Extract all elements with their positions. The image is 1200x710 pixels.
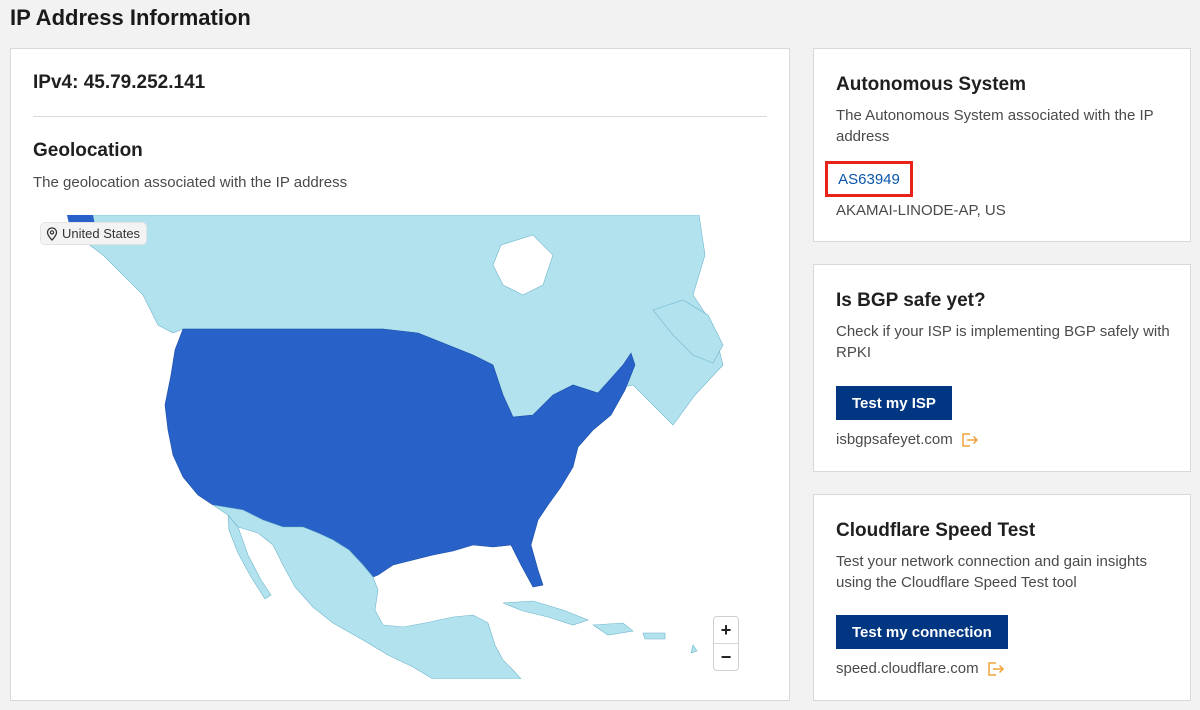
speed-test-title: Cloudflare Speed Test: [836, 520, 1036, 541]
location-badge-label: United States: [62, 226, 141, 241]
bgp-card: Is BGP safe yet? Check if your ISP is im…: [813, 264, 1191, 472]
ip-info-card: IPv4: 45.79.252.141 Geolocation The geol…: [10, 48, 790, 701]
zoom-in-button[interactable]: +: [714, 617, 738, 643]
external-link-icon: [961, 432, 978, 447]
asn-highlight-box: AS63949: [825, 161, 913, 197]
asn-organization: AKAMAI-LINODE-AP, US: [836, 202, 1006, 219]
map-pin-icon: [46, 226, 58, 241]
speed-cloudflare-link-label: speed.cloudflare.com: [836, 660, 979, 677]
bgp-description: Check if your ISP is implementing BGP sa…: [836, 323, 1170, 361]
test-my-isp-button[interactable]: Test my ISP: [836, 386, 952, 420]
geolocation-map[interactable]: United States + −: [33, 215, 769, 679]
location-badge: United States: [41, 223, 147, 244]
ip-address-heading: IPv4: 45.79.252.141: [33, 72, 206, 93]
geolocation-description: The geolocation associated with the IP a…: [33, 174, 348, 191]
autonomous-system-description: The Autonomous System associated with th…: [836, 107, 1154, 145]
isbgpsafeyet-link-label: isbgpsafeyet.com: [836, 431, 953, 448]
speed-test-description: Test your network connection and gain in…: [836, 553, 1148, 591]
autonomous-system-title: Autonomous System: [836, 74, 1027, 95]
divider: [33, 116, 767, 117]
asn-link[interactable]: AS63949: [838, 171, 900, 188]
isbgpsafeyet-link[interactable]: isbgpsafeyet.com: [836, 431, 979, 448]
speed-test-card: Cloudflare Speed Test Test your network …: [813, 494, 1191, 701]
page-title: IP Address Information: [10, 5, 251, 30]
autonomous-system-card: Autonomous System The Autonomous System …: [813, 48, 1191, 242]
speed-cloudflare-link[interactable]: speed.cloudflare.com: [836, 660, 1005, 677]
bgp-title: Is BGP safe yet?: [836, 290, 986, 311]
caribbean-islands: [502, 600, 698, 654]
external-link-icon: [987, 661, 1004, 676]
test-my-connection-button[interactable]: Test my connection: [836, 615, 1008, 649]
geolocation-title: Geolocation: [33, 140, 143, 161]
zoom-controls: + −: [713, 616, 739, 671]
zoom-out-button[interactable]: −: [714, 643, 738, 670]
map-canvas: [66, 215, 724, 679]
